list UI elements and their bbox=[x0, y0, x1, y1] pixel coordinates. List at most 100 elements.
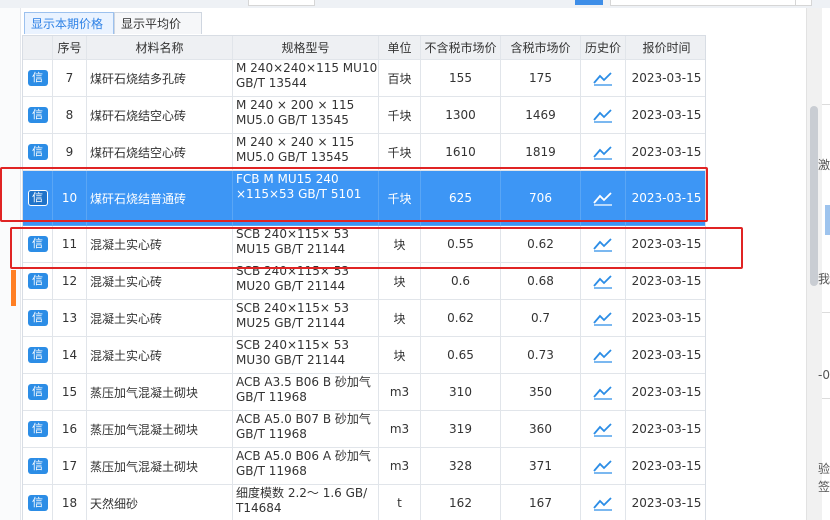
table-row[interactable]: 信 18 天然细砂 细度模数 2.2～ 1.6 GB/ T14684 t 162 167 20… bbox=[23, 485, 705, 520]
table-row[interactable]: 信 14 混凝土实心砖 SCB 240×115× 53 MU30 GB/T 21144… bbox=[23, 337, 705, 374]
side-text-fragment: 签 bbox=[817, 480, 830, 494]
credit-badge[interactable]: 信 bbox=[27, 384, 48, 400]
trend-chart-icon[interactable] bbox=[593, 144, 613, 160]
toolbar-field[interactable] bbox=[248, 0, 315, 6]
history-price-cell[interactable] bbox=[581, 485, 626, 520]
history-price-cell[interactable] bbox=[581, 97, 626, 134]
header-price-incl-tax[interactable]: 含税市场价 bbox=[501, 36, 581, 60]
row-number: 15 bbox=[53, 374, 87, 411]
trend-chart-icon[interactable] bbox=[593, 495, 613, 511]
header-badge-col bbox=[23, 36, 53, 60]
material-name: 混凝土实心砖 bbox=[87, 300, 233, 337]
trend-chart-icon[interactable] bbox=[593, 347, 613, 363]
trend-chart-icon[interactable] bbox=[593, 458, 613, 474]
header-material-name[interactable]: 材料名称 bbox=[87, 36, 233, 60]
table-row[interactable]: 信 16 蒸压加气混凝土砌块 ACB A5.0 B07 B 砂加气 GB/T 1196… bbox=[23, 411, 705, 448]
credit-badge[interactable]: 信 bbox=[27, 495, 48, 511]
trend-chart-icon[interactable] bbox=[593, 421, 613, 437]
history-price-cell[interactable] bbox=[581, 448, 626, 485]
trend-chart-icon[interactable] bbox=[593, 310, 613, 326]
quote-date: 2023-03-15 bbox=[626, 374, 705, 411]
toolbar-field-end bbox=[795, 0, 810, 5]
side-text-fragment: 我 bbox=[817, 272, 830, 286]
toolbar-search-field[interactable] bbox=[610, 0, 812, 6]
price-incl-tax: 175 bbox=[501, 60, 581, 97]
material-name: 蒸压加气混凝土砌块 bbox=[87, 374, 233, 411]
credit-badge[interactable]: 信 bbox=[27, 70, 48, 86]
history-price-cell[interactable] bbox=[581, 374, 626, 411]
trend-chart-icon[interactable] bbox=[593, 273, 613, 289]
price-incl-tax: 1819 bbox=[501, 134, 581, 171]
quote-date: 2023-03-15 bbox=[626, 337, 705, 374]
scrollbar-thumb[interactable] bbox=[810, 106, 818, 286]
history-price-cell[interactable] bbox=[581, 337, 626, 374]
material-price-table: 序号 材料名称 规格型号 单位 不含税市场价 含税市场价 历史价 报价时间 信7… bbox=[22, 35, 706, 520]
unit: t bbox=[379, 485, 421, 520]
quote-date: 2023-03-15 bbox=[626, 134, 705, 171]
tab-average-price[interactable]: 显示平均价 bbox=[114, 12, 202, 34]
header-history[interactable]: 历史价 bbox=[581, 36, 626, 60]
history-price-cell[interactable] bbox=[581, 300, 626, 337]
table-row[interactable]: 信 8 煤矸石烧结空心砖 M 240 × 200 × 115 MU5.0 GB/T 1… bbox=[23, 97, 705, 134]
trend-chart-icon[interactable] bbox=[593, 384, 613, 400]
row-number: 7 bbox=[53, 60, 87, 97]
row-number: 8 bbox=[53, 97, 87, 134]
tab-current-price[interactable]: 显示本期价格 bbox=[24, 12, 114, 34]
spec-model: M 240 × 200 × 115 MU5.0 GB/T 13545 bbox=[233, 97, 379, 134]
material-name: 煤矸石烧结空心砖 bbox=[87, 134, 233, 171]
history-price-cell[interactable] bbox=[581, 411, 626, 448]
unit: 块 bbox=[379, 337, 421, 374]
credit-badge[interactable]: 信 bbox=[27, 144, 48, 160]
table-header: 序号 材料名称 规格型号 单位 不含税市场价 含税市场价 历史价 报价时间 bbox=[23, 36, 705, 60]
table-row[interactable]: 信 7 煤矸石烧结多孔砖 M 240×240×115 MU10 GB/T 13544 百… bbox=[23, 60, 705, 97]
material-name: 蒸压加气混凝土砌块 bbox=[87, 411, 233, 448]
row-number: 9 bbox=[53, 134, 87, 171]
credit-badge[interactable]: 信 bbox=[27, 107, 48, 123]
history-price-cell[interactable] bbox=[581, 134, 626, 171]
credit-badge[interactable]: 信 bbox=[27, 273, 48, 289]
side-accent-bar bbox=[825, 205, 830, 235]
price-excl-tax: 1300 bbox=[421, 97, 501, 134]
table-row[interactable]: 信 17 蒸压加气混凝土砌块 ACB A5.0 B06 A 砂加气 GB/T 1196… bbox=[23, 448, 705, 485]
material-name: 蒸压加气混凝土砌块 bbox=[87, 448, 233, 485]
spec-model: SCB 240×115× 53 MU30 GB/T 21144 bbox=[233, 337, 379, 374]
highlight-box-row-10 bbox=[0, 167, 708, 222]
row-number: 16 bbox=[53, 411, 87, 448]
price-excl-tax: 155 bbox=[421, 60, 501, 97]
unit: m3 bbox=[379, 374, 421, 411]
price-excl-tax: 0.65 bbox=[421, 337, 501, 374]
credit-badge[interactable]: 信 bbox=[27, 458, 48, 474]
quote-date: 2023-03-15 bbox=[626, 60, 705, 97]
price-excl-tax: 1610 bbox=[421, 134, 501, 171]
trend-chart-icon[interactable] bbox=[593, 70, 613, 86]
badge-cell: 信 bbox=[23, 411, 53, 448]
price-excl-tax: 0.62 bbox=[421, 300, 501, 337]
header-quote-date[interactable]: 报价时间 bbox=[626, 36, 705, 60]
toolbar-button[interactable] bbox=[575, 0, 603, 5]
price-incl-tax: 350 bbox=[501, 374, 581, 411]
badge-cell: 信 bbox=[23, 134, 53, 171]
unit: 块 bbox=[379, 300, 421, 337]
vertical-scrollbar[interactable] bbox=[806, 8, 830, 520]
header-unit[interactable]: 单位 bbox=[379, 36, 421, 60]
table-row[interactable]: 信 9 煤矸石烧结空心砖 M 240 × 240 × 115 MU5.0 GB/T 1… bbox=[23, 134, 705, 171]
table-row[interactable]: 信 15 蒸压加气混凝土砌块 ACB A3.5 B06 B 砂加气 GB/T 1196… bbox=[23, 374, 705, 411]
badge-cell: 信 bbox=[23, 448, 53, 485]
quote-date: 2023-03-15 bbox=[626, 411, 705, 448]
credit-badge[interactable]: 信 bbox=[27, 347, 48, 363]
history-price-cell[interactable] bbox=[581, 60, 626, 97]
price-excl-tax: 162 bbox=[421, 485, 501, 520]
credit-badge[interactable]: 信 bbox=[27, 421, 48, 437]
credit-badge[interactable]: 信 bbox=[27, 310, 48, 326]
trend-chart-icon[interactable] bbox=[593, 107, 613, 123]
side-text-fragment: 验 bbox=[817, 462, 830, 476]
row-number: 17 bbox=[53, 448, 87, 485]
header-price-excl-tax[interactable]: 不含税市场价 bbox=[421, 36, 501, 60]
badge-cell: 信 bbox=[23, 97, 53, 134]
header-no[interactable]: 序号 bbox=[53, 36, 87, 60]
table-row[interactable]: 信 13 混凝土实心砖 SCB 240×115× 53 MU25 GB/T 21144… bbox=[23, 300, 705, 337]
unit: m3 bbox=[379, 411, 421, 448]
header-spec[interactable]: 规格型号 bbox=[233, 36, 379, 60]
row-number: 13 bbox=[53, 300, 87, 337]
price-incl-tax: 371 bbox=[501, 448, 581, 485]
